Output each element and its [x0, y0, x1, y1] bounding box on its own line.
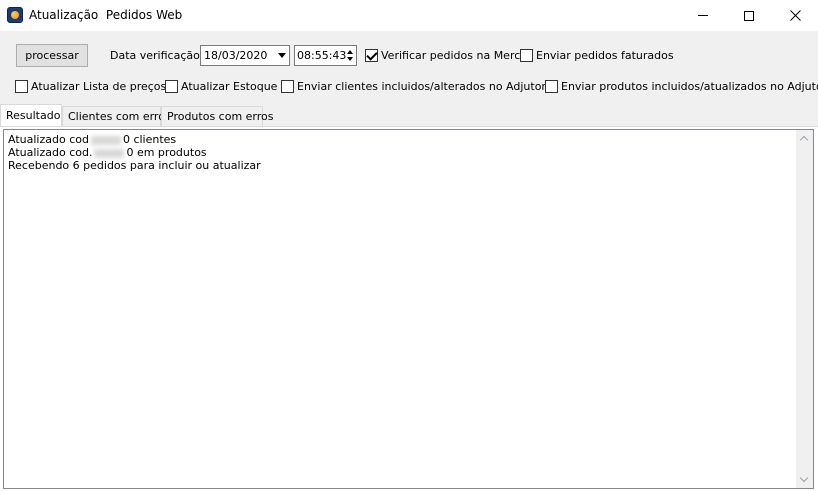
log-line: Atualizado cod. 0 em produtos	[8, 146, 793, 159]
date-value: 18/03/2020	[204, 49, 268, 62]
checkbox-box[interactable]	[15, 80, 28, 93]
time-picker[interactable]: 08:55:43	[294, 45, 357, 66]
minimize-button[interactable]	[680, 0, 726, 31]
window-title: Atualização Pedidos Web	[29, 8, 183, 22]
checkbox-enviar-clientes-adjutor[interactable]: Enviar clientes incluidos/alterados no A…	[281, 80, 546, 93]
log-line-suffix: 0 clientes	[122, 133, 177, 146]
time-value: 08:55:43	[297, 49, 347, 62]
maximize-icon	[744, 10, 754, 21]
close-icon	[789, 10, 801, 21]
result-log[interactable]: Atualizado cod 0 clientes Atualizado cod.…	[3, 129, 814, 489]
spin-down-icon[interactable]	[346, 56, 354, 64]
maximize-button[interactable]	[726, 0, 772, 31]
app-icon	[7, 7, 23, 23]
scroll-down-icon[interactable]	[800, 475, 809, 484]
checkbox-atualizar-estoque[interactable]: Atualizar Estoque	[165, 80, 277, 93]
date-label: Data verificação:	[110, 49, 204, 62]
chevron-down-icon[interactable]	[278, 53, 286, 58]
log-line-prefix: Recebendo 6 pedidos para incluir ou atua…	[8, 159, 261, 172]
tab-clientes-com-erros[interactable]: Clientes com erros	[62, 106, 171, 126]
redacted-text	[94, 148, 125, 158]
checkbox-label: Enviar pedidos faturados	[536, 49, 674, 62]
checkbox-box[interactable]	[165, 80, 178, 93]
scroll-up-icon[interactable]	[800, 134, 809, 143]
log-line: Atualizado cod 0 clientes	[8, 133, 793, 146]
checkbox-box[interactable]	[281, 80, 294, 93]
checkbox-label: Atualizar Lista de preços	[31, 80, 167, 93]
log-line-suffix: 0 em produtos	[126, 146, 207, 159]
options-toolbar: processar Data verificação: 18/03/2020 0…	[0, 31, 818, 103]
tab-produtos-com-erros[interactable]: Produtos com erros	[161, 106, 274, 126]
checkbox-box[interactable]	[545, 80, 558, 93]
minimize-icon	[698, 15, 708, 16]
result-pane: Atualizado cod 0 clientes Atualizado cod.…	[0, 126, 818, 491]
checkbox-atualizar-lista-precos[interactable]: Atualizar Lista de preços	[15, 80, 166, 93]
checkbox-box[interactable]	[520, 49, 533, 62]
title-bar: Atualização Pedidos Web	[0, 0, 818, 31]
client-area: processar Data verificação: 18/03/2020 0…	[0, 31, 818, 491]
checkbox-verificar-pedidos[interactable]: Verificar pedidos na Mercos	[365, 49, 533, 62]
log-line-prefix: Atualizado cod.	[8, 146, 93, 159]
tab-resultado[interactable]: Resultado	[0, 104, 62, 126]
checkbox-label: Verificar pedidos na Mercos	[381, 49, 533, 62]
checkbox-label: Enviar produtos incluidos/atualizados no…	[561, 80, 818, 93]
result-log-lines: Atualizado cod 0 clientes Atualizado cod.…	[8, 133, 793, 172]
process-button[interactable]: processar	[16, 44, 88, 67]
checkbox-label: Enviar clientes incluidos/alterados no A…	[297, 80, 546, 93]
vertical-scrollbar[interactable]	[796, 130, 813, 488]
checkbox-enviar-pedidos-faturados[interactable]: Enviar pedidos faturados	[520, 49, 674, 62]
close-button[interactable]	[772, 0, 818, 31]
log-line: Recebendo 6 pedidos para incluir ou atua…	[8, 159, 793, 172]
log-line-prefix: Atualizado cod	[8, 133, 89, 146]
tab-bar: Resultado Clientes com erros Produtos co…	[0, 104, 818, 126]
checkbox-enviar-produtos-adjutor[interactable]: Enviar produtos incluidos/atualizados no…	[545, 80, 818, 93]
date-picker[interactable]: 18/03/2020	[200, 45, 290, 66]
checkbox-label: Atualizar Estoque	[181, 80, 278, 93]
spin-up-icon[interactable]	[346, 48, 354, 56]
redacted-text	[90, 135, 121, 145]
checkbox-box[interactable]	[365, 49, 378, 62]
